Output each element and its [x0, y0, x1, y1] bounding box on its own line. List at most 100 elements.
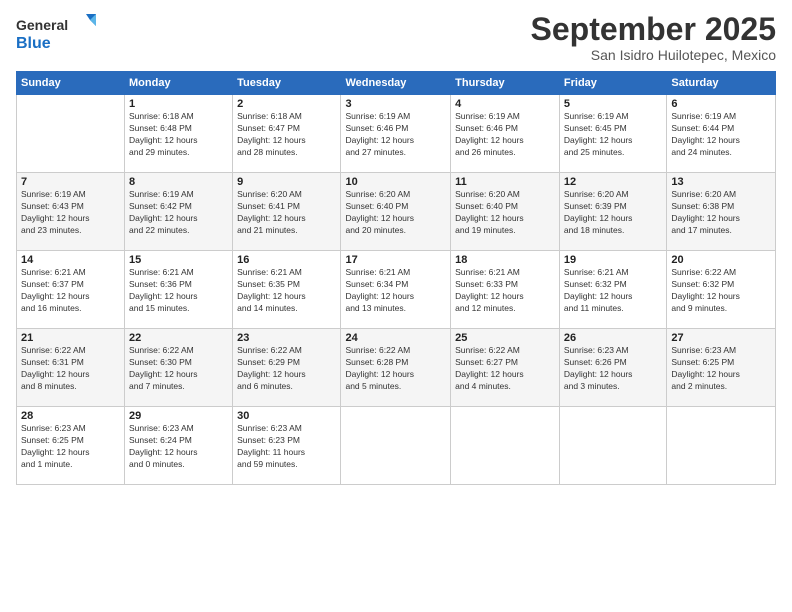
calendar-cell: 4Sunrise: 6:19 AM Sunset: 6:46 PM Daylig… — [451, 95, 560, 173]
weekday-header: Monday — [125, 72, 233, 95]
calendar-cell: 29Sunrise: 6:23 AM Sunset: 6:24 PM Dayli… — [125, 407, 233, 485]
calendar-cell — [559, 407, 666, 485]
day-number: 9 — [237, 176, 336, 188]
calendar-cell: 19Sunrise: 6:21 AM Sunset: 6:32 PM Dayli… — [559, 251, 666, 329]
calendar-cell: 24Sunrise: 6:22 AM Sunset: 6:28 PM Dayli… — [341, 329, 451, 407]
day-info: Sunrise: 6:19 AM Sunset: 6:45 PM Dayligh… — [564, 111, 662, 159]
calendar-cell: 8Sunrise: 6:19 AM Sunset: 6:42 PM Daylig… — [125, 173, 233, 251]
calendar-cell: 26Sunrise: 6:23 AM Sunset: 6:26 PM Dayli… — [559, 329, 666, 407]
calendar-cell: 2Sunrise: 6:18 AM Sunset: 6:47 PM Daylig… — [233, 95, 341, 173]
day-number: 22 — [129, 332, 228, 344]
day-info: Sunrise: 6:21 AM Sunset: 6:36 PM Dayligh… — [129, 267, 228, 315]
day-number: 5 — [564, 98, 662, 110]
day-number: 25 — [455, 332, 555, 344]
calendar-cell: 7Sunrise: 6:19 AM Sunset: 6:43 PM Daylig… — [17, 173, 125, 251]
calendar-cell: 18Sunrise: 6:21 AM Sunset: 6:33 PM Dayli… — [451, 251, 560, 329]
calendar-cell: 22Sunrise: 6:22 AM Sunset: 6:30 PM Dayli… — [125, 329, 233, 407]
svg-text:General: General — [16, 17, 68, 33]
day-info: Sunrise: 6:22 AM Sunset: 6:30 PM Dayligh… — [129, 345, 228, 393]
day-info: Sunrise: 6:20 AM Sunset: 6:41 PM Dayligh… — [237, 189, 336, 237]
day-info: Sunrise: 6:23 AM Sunset: 6:26 PM Dayligh… — [564, 345, 662, 393]
calendar-cell: 25Sunrise: 6:22 AM Sunset: 6:27 PM Dayli… — [451, 329, 560, 407]
day-info: Sunrise: 6:23 AM Sunset: 6:23 PM Dayligh… — [237, 423, 336, 471]
day-info: Sunrise: 6:21 AM Sunset: 6:32 PM Dayligh… — [564, 267, 662, 315]
location-subtitle: San Isidro Huilotepec, Mexico — [531, 47, 776, 63]
day-number: 15 — [129, 254, 228, 266]
day-info: Sunrise: 6:22 AM Sunset: 6:28 PM Dayligh… — [345, 345, 446, 393]
day-number: 20 — [671, 254, 771, 266]
calendar-cell: 13Sunrise: 6:20 AM Sunset: 6:38 PM Dayli… — [667, 173, 776, 251]
calendar-cell: 10Sunrise: 6:20 AM Sunset: 6:40 PM Dayli… — [341, 173, 451, 251]
day-info: Sunrise: 6:22 AM Sunset: 6:29 PM Dayligh… — [237, 345, 336, 393]
weekday-header: Tuesday — [233, 72, 341, 95]
weekday-header: Sunday — [17, 72, 125, 95]
calendar-cell: 15Sunrise: 6:21 AM Sunset: 6:36 PM Dayli… — [125, 251, 233, 329]
day-number: 26 — [564, 332, 662, 344]
day-info: Sunrise: 6:18 AM Sunset: 6:47 PM Dayligh… — [237, 111, 336, 159]
day-number: 10 — [345, 176, 446, 188]
day-info: Sunrise: 6:20 AM Sunset: 6:38 PM Dayligh… — [671, 189, 771, 237]
weekday-header: Friday — [559, 72, 666, 95]
day-number: 23 — [237, 332, 336, 344]
day-number: 29 — [129, 410, 228, 422]
calendar-cell: 1Sunrise: 6:18 AM Sunset: 6:48 PM Daylig… — [125, 95, 233, 173]
day-info: Sunrise: 6:21 AM Sunset: 6:37 PM Dayligh… — [21, 267, 120, 315]
day-info: Sunrise: 6:21 AM Sunset: 6:34 PM Dayligh… — [345, 267, 446, 315]
day-info: Sunrise: 6:19 AM Sunset: 6:43 PM Dayligh… — [21, 189, 120, 237]
day-info: Sunrise: 6:23 AM Sunset: 6:25 PM Dayligh… — [671, 345, 771, 393]
calendar-cell: 9Sunrise: 6:20 AM Sunset: 6:41 PM Daylig… — [233, 173, 341, 251]
calendar-cell: 28Sunrise: 6:23 AM Sunset: 6:25 PM Dayli… — [17, 407, 125, 485]
calendar-cell — [667, 407, 776, 485]
calendar-table: SundayMondayTuesdayWednesdayThursdayFrid… — [16, 71, 776, 485]
day-number: 8 — [129, 176, 228, 188]
calendar-cell — [17, 95, 125, 173]
calendar-cell: 20Sunrise: 6:22 AM Sunset: 6:32 PM Dayli… — [667, 251, 776, 329]
calendar-cell: 6Sunrise: 6:19 AM Sunset: 6:44 PM Daylig… — [667, 95, 776, 173]
day-number: 7 — [21, 176, 120, 188]
page-title: September 2025 — [531, 12, 776, 47]
day-info: Sunrise: 6:23 AM Sunset: 6:24 PM Dayligh… — [129, 423, 228, 471]
day-number: 6 — [671, 98, 771, 110]
weekday-header: Thursday — [451, 72, 560, 95]
day-number: 16 — [237, 254, 336, 266]
weekday-header: Wednesday — [341, 72, 451, 95]
calendar-cell: 11Sunrise: 6:20 AM Sunset: 6:40 PM Dayli… — [451, 173, 560, 251]
calendar-cell: 12Sunrise: 6:20 AM Sunset: 6:39 PM Dayli… — [559, 173, 666, 251]
day-info: Sunrise: 6:20 AM Sunset: 6:40 PM Dayligh… — [345, 189, 446, 237]
day-number: 4 — [455, 98, 555, 110]
day-info: Sunrise: 6:19 AM Sunset: 6:44 PM Dayligh… — [671, 111, 771, 159]
calendar-cell: 27Sunrise: 6:23 AM Sunset: 6:25 PM Dayli… — [667, 329, 776, 407]
day-info: Sunrise: 6:20 AM Sunset: 6:39 PM Dayligh… — [564, 189, 662, 237]
day-number: 28 — [21, 410, 120, 422]
day-info: Sunrise: 6:19 AM Sunset: 6:46 PM Dayligh… — [345, 111, 446, 159]
day-info: Sunrise: 6:23 AM Sunset: 6:25 PM Dayligh… — [21, 423, 120, 471]
day-info: Sunrise: 6:21 AM Sunset: 6:35 PM Dayligh… — [237, 267, 336, 315]
day-number: 24 — [345, 332, 446, 344]
day-number: 14 — [21, 254, 120, 266]
day-number: 12 — [564, 176, 662, 188]
calendar-cell: 21Sunrise: 6:22 AM Sunset: 6:31 PM Dayli… — [17, 329, 125, 407]
calendar-cell: 30Sunrise: 6:23 AM Sunset: 6:23 PM Dayli… — [233, 407, 341, 485]
day-number: 11 — [455, 176, 555, 188]
svg-text:Blue: Blue — [16, 35, 51, 52]
day-number: 21 — [21, 332, 120, 344]
day-number: 1 — [129, 98, 228, 110]
weekday-header: Saturday — [667, 72, 776, 95]
day-number: 17 — [345, 254, 446, 266]
day-info: Sunrise: 6:18 AM Sunset: 6:48 PM Dayligh… — [129, 111, 228, 159]
day-number: 13 — [671, 176, 771, 188]
calendar-cell: 14Sunrise: 6:21 AM Sunset: 6:37 PM Dayli… — [17, 251, 125, 329]
calendar-cell: 16Sunrise: 6:21 AM Sunset: 6:35 PM Dayli… — [233, 251, 341, 329]
day-number: 19 — [564, 254, 662, 266]
logo: General Blue — [16, 12, 96, 57]
calendar-cell: 5Sunrise: 6:19 AM Sunset: 6:45 PM Daylig… — [559, 95, 666, 173]
calendar-cell: 17Sunrise: 6:21 AM Sunset: 6:34 PM Dayli… — [341, 251, 451, 329]
day-info: Sunrise: 6:20 AM Sunset: 6:40 PM Dayligh… — [455, 189, 555, 237]
day-number: 18 — [455, 254, 555, 266]
day-number: 30 — [237, 410, 336, 422]
day-info: Sunrise: 6:22 AM Sunset: 6:27 PM Dayligh… — [455, 345, 555, 393]
day-number: 2 — [237, 98, 336, 110]
day-info: Sunrise: 6:22 AM Sunset: 6:32 PM Dayligh… — [671, 267, 771, 315]
calendar-cell: 3Sunrise: 6:19 AM Sunset: 6:46 PM Daylig… — [341, 95, 451, 173]
day-number: 3 — [345, 98, 446, 110]
